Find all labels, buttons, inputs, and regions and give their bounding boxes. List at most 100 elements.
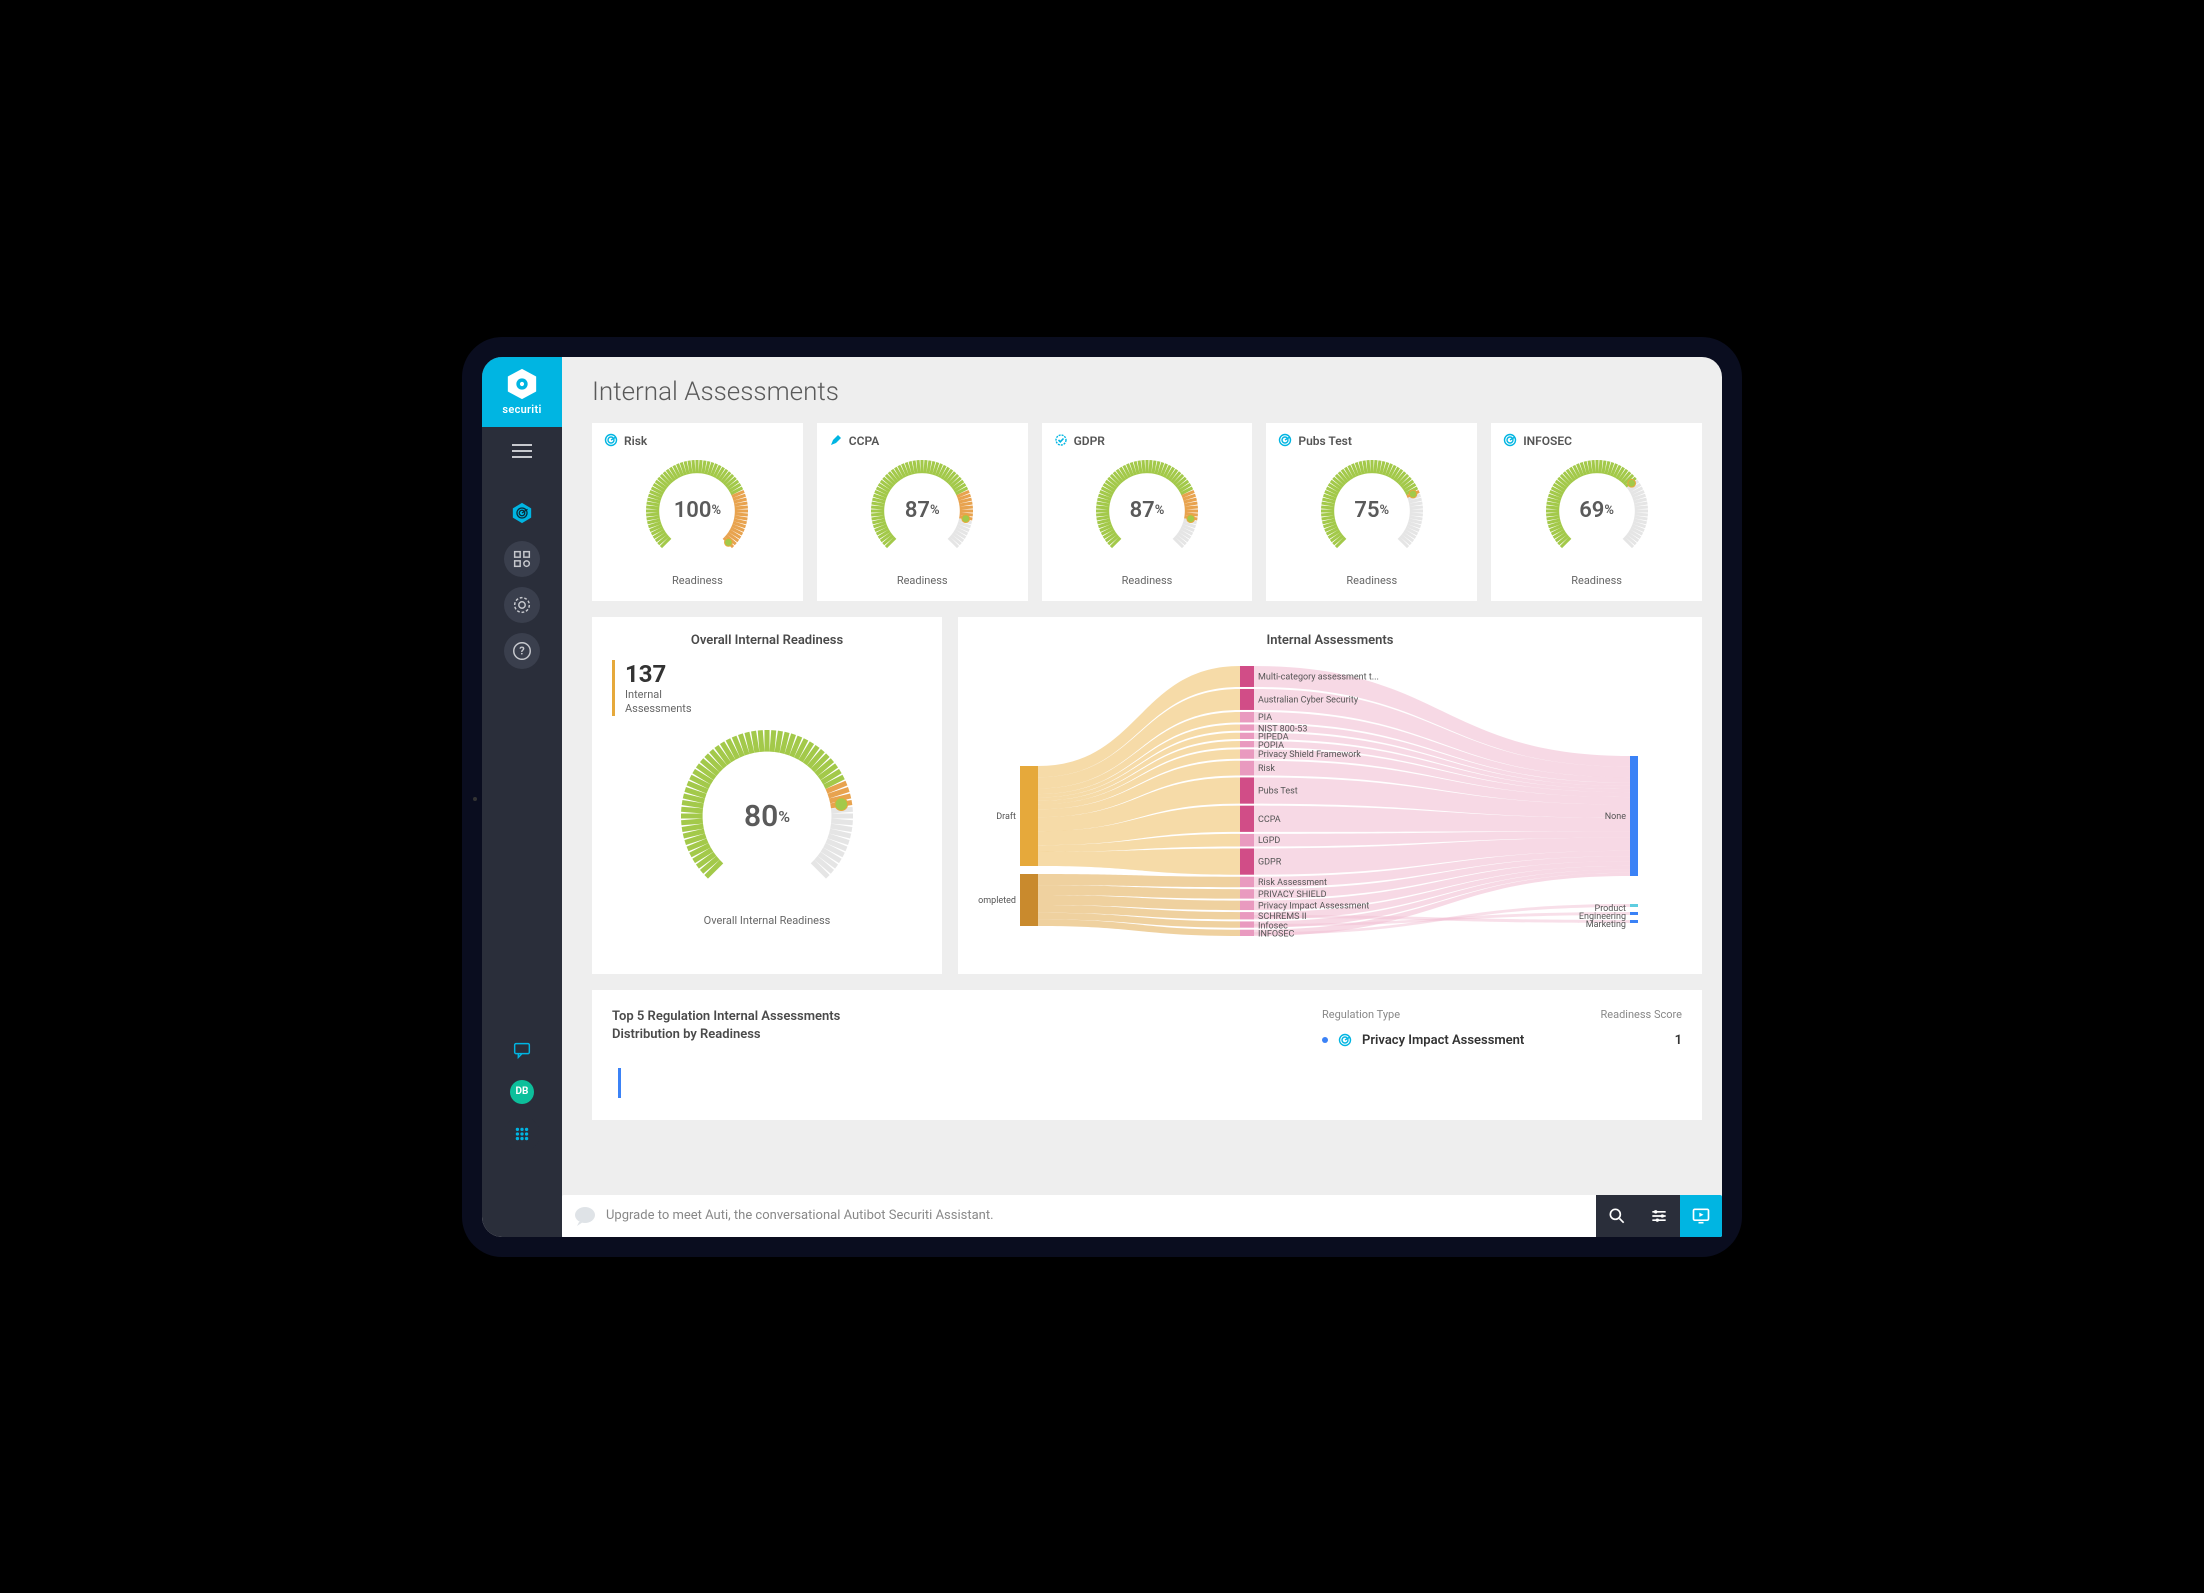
svg-text:Draft: Draft [996,812,1016,822]
gauge-caption: Readiness [672,574,723,587]
search-icon [1607,1206,1627,1226]
top5-header-right: Readiness Score [1601,1008,1683,1021]
gauge-label: GDPR [1074,434,1105,448]
svg-text:Australian Cyber Security: Australian Cyber Security [1258,695,1359,705]
svg-text:LGPD: LGPD [1258,836,1280,846]
gauge-caption: Readiness [897,574,948,587]
svg-text:Completed: Completed [978,896,1016,906]
gear-icon [511,594,533,616]
gauge-caption: Readiness [1571,574,1622,587]
gauge-value: 100 [674,498,712,523]
overall-stat: 137 Internal Assessments [612,660,922,717]
user-avatar[interactable]: DB [510,1080,534,1104]
top5-header-left: Regulation Type [1322,1008,1400,1021]
overall-count: 137 [625,660,922,688]
securiti-logo-icon [505,367,539,401]
bullet-icon [1322,1037,1328,1043]
svg-text:Multi-category assessment t...: Multi-category assessment t... [1258,672,1379,682]
radar-icon [604,433,618,450]
svg-text:Risk Assessment: Risk Assessment [1258,877,1327,887]
nav-radar[interactable] [504,495,540,531]
gauge-value: 87 [905,498,930,523]
nav-grid[interactable] [504,541,540,577]
gauge-label: CCPA [849,434,879,448]
top5-title-2: Distribution by Readiness [612,1026,840,1044]
radar-icon [1338,1033,1352,1047]
nav-help[interactable]: ? [504,633,540,669]
overall-gauge-value: 80 [744,799,778,834]
svg-text:Marketing: Marketing [1586,920,1626,930]
top5-card: Top 5 Regulation Internal Assessments Di… [592,990,1702,1120]
bar-indicator [618,1068,621,1098]
assistant-placeholder: Upgrade to meet Auti, the conversational… [606,1208,994,1223]
nav-apps[interactable] [504,1116,540,1152]
speech-bubble-icon [574,1206,596,1226]
sankey-title: Internal Assessments [978,633,1682,648]
check-badge-icon [1054,433,1068,450]
gauge: 87% [1092,456,1202,566]
play-screen-icon [1691,1206,1711,1226]
filter-button[interactable] [1638,1195,1680,1237]
assistant-input[interactable]: Upgrade to meet Auti, the conversational… [562,1195,1596,1237]
gauge-caption: Readiness [1122,574,1173,587]
top5-item[interactable]: Privacy Impact Assessment 1 [1322,1033,1682,1048]
sankey-chart: Draft Completed Multi-category assessment … [978,656,1682,946]
pen-icon [829,433,843,450]
gauge-header: GDPR [1054,433,1241,450]
svg-text:GDPR: GDPR [1258,857,1282,867]
nav-settings[interactable] [504,587,540,623]
gauge-value: 75 [1354,498,1379,523]
svg-text:INFOSEC: INFOSEC [1258,929,1294,939]
gauge-label: Pubs Test [1298,434,1352,448]
radar-hex-icon [511,502,533,524]
nav-chat[interactable] [504,1032,540,1068]
radar-icon [1503,433,1517,450]
search-button[interactable] [1596,1195,1638,1237]
chat-icon [511,1039,533,1061]
overall-card-title: Overall Internal Readiness [612,633,922,648]
svg-text:CCPA: CCPA [1258,814,1281,824]
sidebar: securiti ? [482,357,562,1237]
svg-text:PIA: PIA [1258,713,1272,723]
svg-text:?: ? [519,644,525,657]
overall-count-label-1: Internal [625,688,922,702]
gauge-label: Risk [624,434,647,448]
hamburger-icon [512,444,532,458]
gauge-card-gdpr[interactable]: GDPR 87% Readiness [1042,423,1253,601]
svg-text:Privacy Shield Framework: Privacy Shield Framework [1258,750,1361,760]
assistant-bar: Upgrade to meet Auti, the conversational… [562,1195,1722,1237]
overall-count-label-2: Assessments [625,702,922,716]
overall-readiness-card: Overall Internal Readiness 137 Internal … [592,617,942,974]
gauge: 87% [867,456,977,566]
help-icon: ? [511,640,533,662]
gauge-header: Risk [604,433,791,450]
sankey-card: Internal Assessments Draft Completed Multi… [958,617,1702,974]
hamburger-menu-button[interactable] [482,427,562,475]
gauge-card-infosec[interactable]: INFOSEC 69% Readiness [1491,423,1702,601]
svg-text:Pubs Test: Pubs Test [1258,786,1298,796]
gauge-header: CCPA [829,433,1016,450]
gauge-value: 69 [1579,498,1604,523]
gauge-label: INFOSEC [1523,434,1572,448]
overall-gauge-caption: Overall Internal Readiness [704,914,831,927]
gauge-card-risk[interactable]: Risk 100% Readiness [592,423,803,601]
gauge: 75% [1317,456,1427,566]
present-button[interactable] [1680,1195,1722,1237]
page-title: Internal Assessments [592,377,1702,407]
gauge-card-row: Risk 100% Readiness CCPA 87% Readiness G… [592,423,1702,601]
gauge-card-pubs-test[interactable]: Pubs Test 75% Readiness [1266,423,1477,601]
overall-gauge: 80% [677,726,857,906]
grid-icon [511,548,533,570]
brand-name: securiti [502,403,541,416]
svg-text:None: None [1605,812,1627,822]
top5-item-name: Privacy Impact Assessment [1362,1033,1665,1048]
gauge-card-ccpa[interactable]: CCPA 87% Readiness [817,423,1028,601]
gauge-header: Pubs Test [1278,433,1465,450]
top5-title-1: Top 5 Regulation Internal Assessments [612,1008,840,1026]
apps-grid-icon [511,1123,533,1145]
gauge: 69% [1542,456,1652,566]
gauge-value: 87 [1130,498,1155,523]
brand-logo[interactable]: securiti [482,357,562,427]
gauge-header: INFOSEC [1503,433,1690,450]
radar-icon [1278,433,1292,450]
